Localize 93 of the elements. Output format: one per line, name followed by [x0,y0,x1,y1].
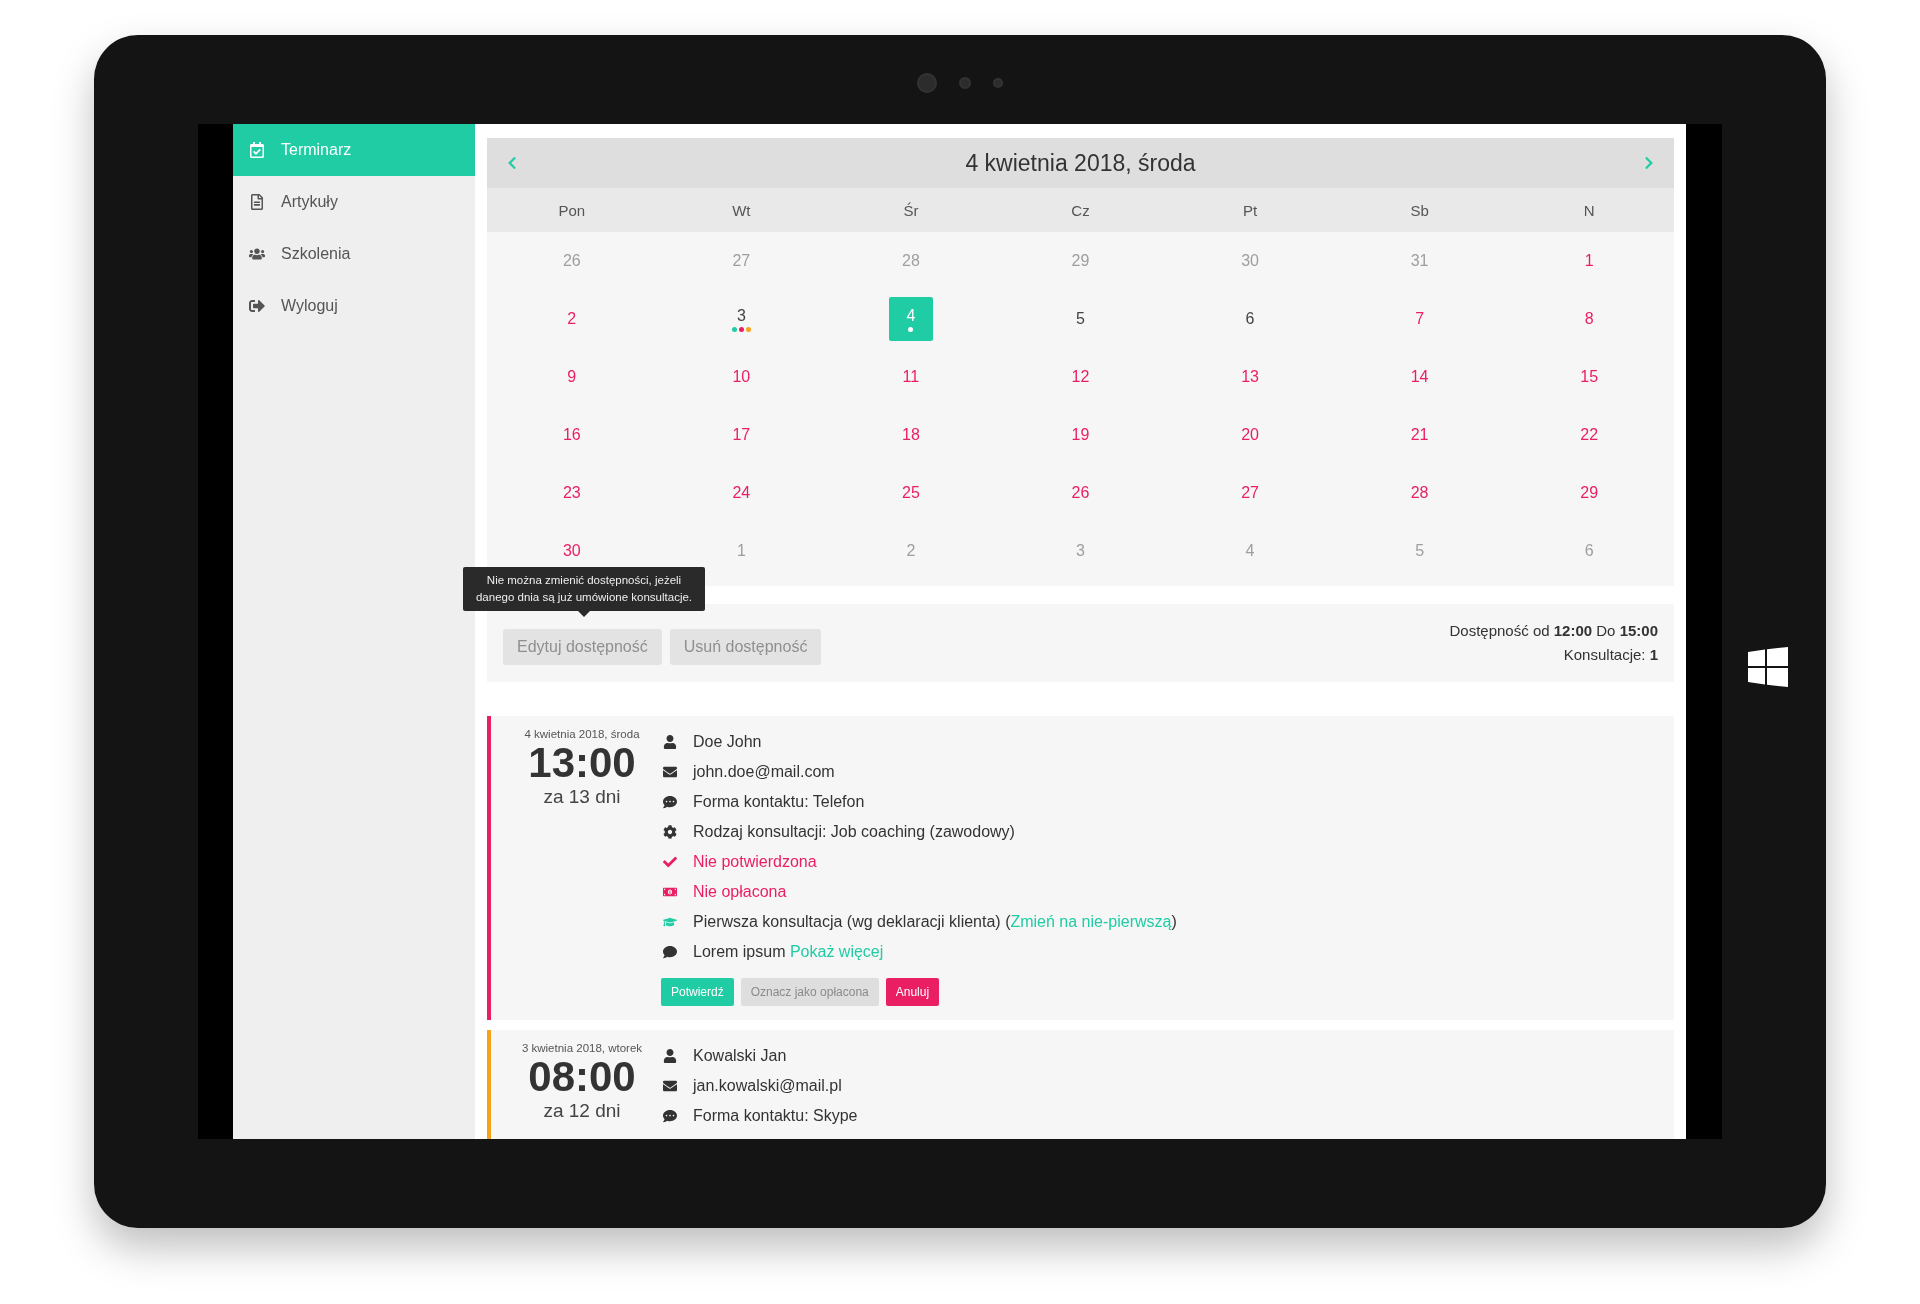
people-icon [249,246,265,262]
calendar-day[interactable]: 2 [549,297,594,341]
sensor-icon [993,78,1003,88]
calendar-day[interactable]: 3 [719,297,764,341]
person-icon [661,734,679,749]
envelope-icon [661,1078,679,1093]
weekday-label: Pt [1242,201,1258,219]
calendar-day[interactable]: 11 [888,355,933,399]
detail-text: Doe John [693,732,762,751]
speech-bubble-icon [661,1108,679,1123]
envelope-icon [661,764,679,779]
calendar-day[interactable]: 13 [1228,355,1273,399]
appointment-time: 08:00 [528,1054,636,1100]
detail-text: Lorem ipsum Pokaż więcej [693,942,884,961]
calendar-day[interactable]: 2 [888,529,933,573]
calendar-icon [249,142,265,158]
calendar-day[interactable]: 9 [549,355,594,399]
appointment-time: 13:00 [528,740,636,786]
tooltip-pointer [578,611,590,617]
availability-summary: Dostępność od 12:00 Do 15:00 [1449,621,1658,641]
weekday-label: Śr [903,201,919,219]
weekday-label: N [1583,201,1595,219]
action-button[interactable]: Anuluj [885,978,940,1006]
calendar-day[interactable]: 20 [1228,413,1273,457]
calendar-day[interactable]: 3 [1058,529,1103,573]
calendar-day[interactable]: 16 [549,413,594,457]
availability-summary: Konsultacje: 1 [1562,645,1658,665]
appointment-countdown: za 12 dni [543,1100,621,1122]
appointment-date: 4 kwietnia 2018, środa [524,728,640,740]
calendar-day[interactable]: 14 [1397,355,1442,399]
detail-text: john.doe@mail.com [693,762,835,781]
weekday-label: Sb [1410,201,1429,219]
detail-text: Kowalski Jan [693,1046,787,1065]
calendar-day[interactable]: 27 [1228,471,1273,515]
sidebar-item[interactable]: Artykuły [233,176,475,228]
appointment-countdown: za 13 dni [543,786,621,808]
checkmark-icon [661,854,679,869]
calendar-day[interactable]: 5 [1058,297,1103,341]
calendar-day[interactable]: 10 [719,355,764,399]
windows-logo-icon [1748,647,1788,687]
calendar-day[interactable]: 4 [888,297,933,341]
tooltip: Nie można zmienić dostępności, jeżeli danego dnia są już umówione konsultacje. [463,567,705,611]
detail-text: Forma kontaktu: Skype [693,1106,858,1125]
calendar-day[interactable]: 30 [1228,239,1273,283]
sidebar-item[interactable]: Szkolenia [233,228,475,280]
sidebar-item[interactable]: Terminarz [233,124,475,176]
logout-icon [249,298,265,314]
calendar-day[interactable]: 28 [888,239,933,283]
calendar-day[interactable]: 29 [1058,239,1103,283]
camera-icon [917,73,937,93]
calendar-day[interactable]: 26 [549,239,594,283]
calendar-day[interactable]: 25 [888,471,933,515]
calendar-day[interactable]: 28 [1397,471,1442,515]
document-icon [249,194,265,210]
calendar-day[interactable]: 6 [1567,529,1612,573]
sidebar-item[interactable]: Wyloguj [233,280,475,332]
calendar-title: 4 kwietnia 2018, środa [965,149,1196,177]
action-button[interactable]: Potwierdź [661,978,734,1006]
detail-text: Rodzaj konsultacji: Job coaching (zawodowy) [693,822,1015,841]
person-icon [661,1048,679,1063]
calendar-day[interactable]: 1 [719,529,764,573]
calendar-day[interactable]: 24 [719,471,764,515]
calendar-day[interactable]: 27 [719,239,764,283]
detail-text: Forma kontaktu: Telefon [693,792,865,811]
weekday-label: Pon [558,201,586,219]
sensor-icon [959,77,971,89]
calendar-day[interactable]: 15 [1567,355,1612,399]
calendar-day[interactable]: 5 [1397,529,1442,573]
calendar-day[interactable]: 26 [1058,471,1103,515]
calendar-day[interactable]: 29 [1567,471,1612,515]
calendar-day[interactable]: 7 [1397,297,1442,341]
calendar-day[interactable]: 17 [719,413,764,457]
calendar-day[interactable]: 1 [1567,239,1612,283]
calendar-day[interactable]: 8 [1567,297,1612,341]
detail-text: Nie opłacona [693,882,787,901]
calendar-day[interactable]: 12 [1058,355,1103,399]
calendar-day[interactable]: 22 [1567,413,1612,457]
detail-text: Pierwsza konsultacja (wg deklaracji klienta) (Zmień na nie-pierwszą) [693,912,1177,931]
weekday-label: Wt [732,201,751,219]
speech-bubble-icon [661,794,679,809]
weekday-label: Cz [1071,201,1090,219]
calendar-day[interactable]: 21 [1397,413,1442,457]
comment-icon [661,944,679,959]
calendar-day[interactable]: 31 [1397,239,1442,283]
appointment-date: 3 kwietnia 2018, wtorek [521,1042,643,1054]
calendar-day[interactable]: 23 [549,471,594,515]
calendar-day[interactable]: 4 [1228,529,1273,573]
gear-icon [661,824,679,839]
calendar-day[interactable]: 18 [888,413,933,457]
calendar-day[interactable]: 6 [1228,297,1273,341]
detail-text: Nie potwierdzona [693,852,817,871]
detail-text: jan.kowalski@mail.pl [693,1076,842,1095]
calendar-day[interactable]: 19 [1058,413,1103,457]
